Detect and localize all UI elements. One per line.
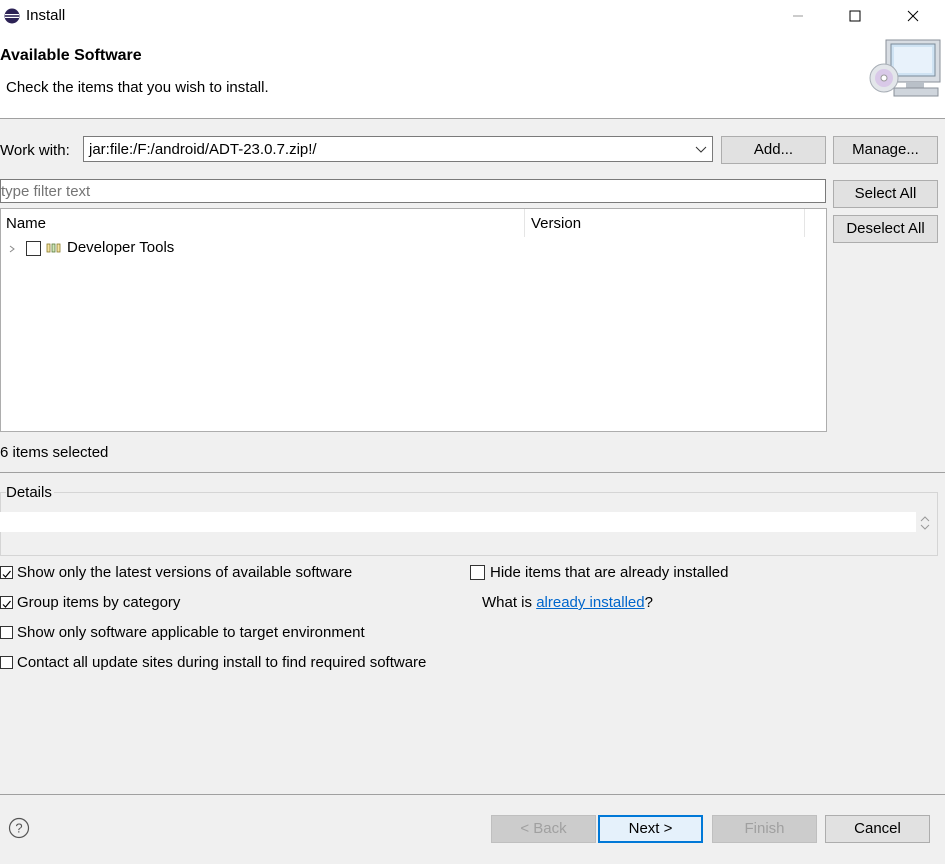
eclipse-icon [4,8,20,24]
select-all-button[interactable]: Select All [833,180,938,208]
contact-sites-label: Contact all update sites during install … [17,654,427,671]
chevron-down-icon[interactable] [694,140,708,158]
finish-button[interactable]: Finish [712,815,817,843]
page-title: Available Software [0,47,142,64]
group-by-category-label: Group items by category [17,594,181,611]
scroll-spinner-icon[interactable] [918,513,932,533]
checkmark-icon [2,600,11,608]
row-label: Developer Tools [67,239,175,256]
column-divider[interactable] [804,209,805,237]
column-header-version[interactable]: Version [531,215,581,232]
maximize-button[interactable] [832,0,878,32]
header-banner [0,32,945,119]
row-checkbox[interactable] [26,241,41,256]
column-divider[interactable] [524,209,525,237]
what-installed-text: What is already installed? [482,594,653,611]
what-installed-prefix: What is [482,594,537,611]
divider [0,472,945,473]
what-installed-suffix: ? [644,594,653,611]
column-header-name[interactable]: Name [6,215,46,232]
checkmark-icon [2,570,11,578]
selected-count: 6 items selected [0,444,109,461]
group-by-category-checkbox[interactable] [0,596,13,609]
applicable-only-label: Show only software applicable to target … [17,624,365,641]
category-icon [46,243,61,253]
hide-installed-checkbox[interactable] [470,565,485,580]
install-cd-monitor-icon [869,39,941,97]
work-with-label: Work with: [0,142,70,159]
details-text-area[interactable] [0,512,916,532]
back-button[interactable]: < Back [491,815,596,843]
close-icon [907,10,919,22]
chevron-right-icon[interactable] [7,242,17,256]
window-title: Install [26,7,66,24]
cancel-button[interactable]: Cancel [825,815,930,843]
page-subtitle: Check the items that you wish to install… [6,79,269,96]
filter-input[interactable] [0,179,826,203]
minimize-icon [793,15,803,17]
add-button[interactable]: Add... [721,136,826,164]
already-installed-link[interactable]: already installed [536,594,644,611]
manage-button[interactable]: Manage... [833,136,938,164]
latest-versions-checkbox[interactable] [0,566,13,579]
contact-sites-checkbox[interactable] [0,656,13,669]
hide-installed-label: Hide items that are already installed [490,564,729,581]
work-with-value: jar:file:/F:/android/ADT-23.0.7.zip!/ [89,141,317,158]
divider [0,794,945,795]
work-with-combo[interactable]: jar:file:/F:/android/ADT-23.0.7.zip!/ [83,136,713,162]
latest-versions-label: Show only the latest versions of availab… [17,564,353,581]
software-tree-table[interactable]: Name Version Developer Tools [0,208,827,432]
close-button[interactable] [890,0,936,32]
svg-text:?: ? [15,821,22,836]
table-row[interactable]: Developer Tools [1,239,826,261]
next-button[interactable]: Next > [598,815,703,843]
help-icon[interactable]: ? [8,817,30,839]
minimize-button[interactable] [775,0,821,32]
maximize-icon [849,10,861,22]
details-label: Details [6,484,54,501]
deselect-all-button[interactable]: Deselect All [833,215,938,243]
applicable-only-checkbox[interactable] [0,626,13,639]
